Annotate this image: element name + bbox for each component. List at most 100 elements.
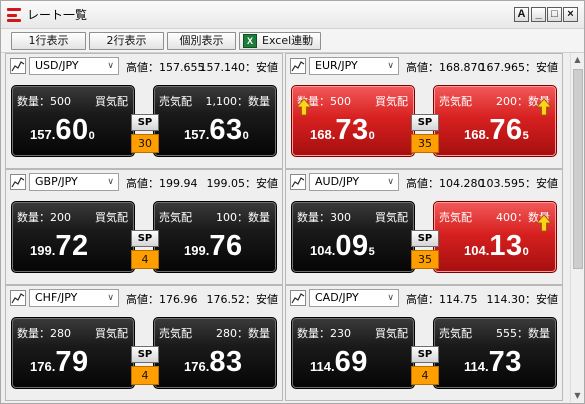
one-row-view-button[interactable]: 1行表示 [11, 32, 86, 50]
scrollbar-thumb[interactable] [573, 69, 583, 269]
ask-price-button[interactable]: 売気配 555：数量 114.73 [433, 317, 557, 389]
bid-price-prefix: 199. [30, 243, 56, 258]
individual-view-button[interactable]: 個別表示 [167, 32, 236, 50]
app-logo-icon [7, 8, 21, 22]
ask-price-button[interactable]: 売気配 400：数量 104.130 [433, 201, 557, 273]
currency-pair-value: CAD/JPY [315, 291, 359, 304]
font-size-button[interactable]: A [514, 7, 529, 22]
bid-price-pips: 09 [335, 230, 369, 262]
bid-price-pips: 73 [335, 114, 369, 146]
bid-price-button[interactable]: 数量：230 買気配 114.69 [291, 317, 415, 389]
chart-icon[interactable] [290, 58, 306, 74]
currency-pair-value: GBP/JPY [35, 175, 78, 188]
bid-price-pips: 69 [334, 346, 368, 378]
panel-header: USD/JPY ∨ 高値：157.655 157.140：安値 [6, 54, 282, 78]
bid-quantity: 数量：300 [297, 211, 351, 224]
up-arrow-icon [536, 98, 552, 116]
ask-label: 売気配 [439, 95, 472, 108]
spread-value: 30 [131, 134, 159, 153]
ask-price-button[interactable]: 売気配 100：数量 199.76 [153, 201, 277, 273]
bid-price-button[interactable]: 数量：280 買気配 176.79 [11, 317, 135, 389]
bid-price: 114.69 [310, 346, 368, 379]
chart-icon[interactable] [10, 290, 26, 306]
chart-icon[interactable] [290, 290, 306, 306]
spread-value: 4 [131, 366, 159, 385]
low-price: 114.30：安値 [486, 293, 559, 306]
ask-price-button[interactable]: 売気配 1,100：数量 157.630 [153, 85, 277, 157]
currency-pair-select[interactable]: EUR/JPY ∨ [309, 57, 399, 75]
bid-price: 104.095 [310, 230, 375, 263]
chart-icon[interactable] [290, 174, 306, 190]
bid-price: 199.72 [30, 230, 89, 263]
panel-header: CAD/JPY ∨ 高値：114.75 114.30：安値 [286, 286, 562, 310]
low-price: 176.52：安値 [206, 293, 279, 306]
chevron-down-icon: ∨ [107, 61, 114, 71]
spread-value: 35 [411, 250, 439, 269]
ask-quantity: 100：数量 [216, 211, 270, 224]
ask-label: 売気配 [159, 327, 192, 340]
vertical-scrollbar[interactable]: ▲ ▼ [570, 53, 584, 403]
low-price: 167.965：安値 [479, 61, 559, 74]
bid-label: 買気配 [375, 95, 408, 108]
currency-pair-select[interactable]: USD/JPY ∨ [29, 57, 119, 75]
high-price: 高値：104.280 [406, 177, 485, 190]
scroll-down-arrow-icon[interactable]: ▼ [571, 389, 584, 403]
excel-link-label: Excel連動 [262, 34, 314, 47]
panel-header: EUR/JPY ∨ 高値：168.870 167.965：安値 [286, 54, 562, 78]
bid-price-prefix: 104. [310, 243, 336, 258]
ask-price: 199.76 [184, 230, 243, 263]
bid-price-button[interactable]: 数量：300 買気配 104.095 [291, 201, 415, 273]
ask-quantity: 280：数量 [216, 327, 270, 340]
ask-price-button[interactable]: 売気配 280：数量 176.83 [153, 317, 277, 389]
excel-link-button[interactable]: X Excel連動 [239, 32, 321, 50]
currency-pair-select[interactable]: AUD/JPY ∨ [309, 173, 399, 191]
currency-panel: AUD/JPY ∨ 高値：104.280 103.595：安値 数量：300 買… [285, 169, 563, 285]
high-price: 高値：114.75 [406, 293, 478, 306]
low-price: 157.140：安値 [199, 61, 279, 74]
bid-price-prefix: 176. [30, 359, 56, 374]
chevron-down-icon: ∨ [107, 177, 114, 187]
maximize-button[interactable]: □ [547, 7, 562, 22]
chart-icon[interactable] [10, 174, 26, 190]
panel-header: CHF/JPY ∨ 高値：176.96 176.52：安値 [6, 286, 282, 310]
ask-quantity: 555：数量 [496, 327, 550, 340]
bid-quantity: 数量：200 [17, 211, 71, 224]
spread-label: SP [411, 346, 439, 363]
ask-label: 売気配 [439, 327, 472, 340]
high-price: 高値：157.655 [126, 61, 205, 74]
spread-indicator: SP 35 [411, 230, 439, 270]
chart-icon[interactable] [10, 58, 26, 74]
two-row-view-button[interactable]: 2行表示 [89, 32, 164, 50]
currency-pair-value: EUR/JPY [315, 59, 358, 72]
low-price: 103.595：安値 [479, 177, 559, 190]
bid-price-fraction: 0 [88, 130, 95, 142]
ask-price-button[interactable]: 売気配 200：数量 168.765 [433, 85, 557, 157]
bid-price-pips: 79 [55, 346, 89, 378]
currency-panel: EUR/JPY ∨ 高値：168.870 167.965：安値 数量：500 買… [285, 53, 563, 169]
excel-icon: X [243, 34, 257, 48]
title-bar[interactable]: レート一覧 A _ □ × [1, 1, 584, 29]
bid-price-button[interactable]: 数量：500 買気配 168.730 [291, 85, 415, 157]
ask-price-pips: 13 [489, 230, 523, 262]
ask-label: 売気配 [439, 211, 472, 224]
spread-label: SP [131, 346, 159, 363]
bid-price-pips: 60 [55, 114, 89, 146]
bid-label: 買気配 [95, 95, 128, 108]
ask-price: 157.630 [184, 114, 249, 147]
close-button[interactable]: × [563, 7, 578, 22]
bid-price-button[interactable]: 数量：500 買気配 157.600 [11, 85, 135, 157]
currency-pair-select[interactable]: CHF/JPY ∨ [29, 289, 119, 307]
currency-pair-select[interactable]: GBP/JPY ∨ [29, 173, 119, 191]
ask-price-prefix: 176. [184, 359, 210, 374]
ask-price-pips: 73 [488, 346, 522, 378]
spread-value: 4 [411, 366, 439, 385]
bid-label: 買気配 [375, 327, 408, 340]
low-price: 199.05：安値 [206, 177, 279, 190]
scroll-up-arrow-icon[interactable]: ▲ [571, 53, 584, 67]
minimize-button[interactable]: _ [531, 7, 546, 22]
bid-price-button[interactable]: 数量：200 買気配 199.72 [11, 201, 135, 273]
bid-price-prefix: 157. [30, 127, 56, 142]
currency-pair-select[interactable]: CAD/JPY ∨ [309, 289, 399, 307]
bid-quantity: 数量：280 [17, 327, 71, 340]
ask-price-prefix: 168. [464, 127, 490, 142]
